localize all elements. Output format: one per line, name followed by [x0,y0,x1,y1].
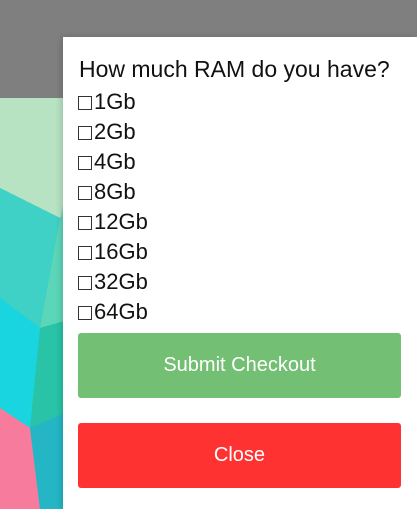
option-label: 32Gb [94,269,148,294]
option-label: 8Gb [94,179,136,204]
option-12gb[interactable]: 12Gb [78,207,148,237]
option-2gb[interactable]: 2Gb [78,117,148,147]
option-4gb[interactable]: 4Gb [78,147,148,177]
option-8gb[interactable]: 8Gb [78,177,148,207]
option-16gb[interactable]: 16Gb [78,237,148,267]
option-64gb[interactable]: 64Gb [78,297,148,327]
option-label: 64Gb [94,299,148,324]
submit-checkout-button[interactable]: Submit Checkout [78,333,401,398]
dialog-question: How much RAM do you have? [79,56,390,82]
close-button[interactable]: Close [78,423,401,488]
checkbox-empty-icon[interactable] [78,215,92,230]
option-label: 2Gb [94,119,136,144]
checkbox-empty-icon[interactable] [78,245,92,260]
checkbox-empty-icon[interactable] [78,305,92,320]
ram-dialog: How much RAM do you have? 1Gb 2Gb 4Gb 8G… [63,37,417,509]
option-32gb[interactable]: 32Gb [78,267,148,297]
option-1gb[interactable]: 1Gb [78,87,148,117]
ram-options-list: 1Gb 2Gb 4Gb 8Gb 12Gb 16Gb 32Gb 64Gb [78,87,148,327]
checkbox-empty-icon[interactable] [78,95,92,110]
checkbox-empty-icon[interactable] [78,275,92,290]
option-label: 4Gb [94,149,136,174]
option-label: 1Gb [94,89,136,114]
checkbox-empty-icon[interactable] [78,155,92,170]
option-label: 12Gb [94,209,148,234]
checkbox-empty-icon[interactable] [78,125,92,140]
option-label: 16Gb [94,239,148,264]
checkbox-empty-icon[interactable] [78,185,92,200]
